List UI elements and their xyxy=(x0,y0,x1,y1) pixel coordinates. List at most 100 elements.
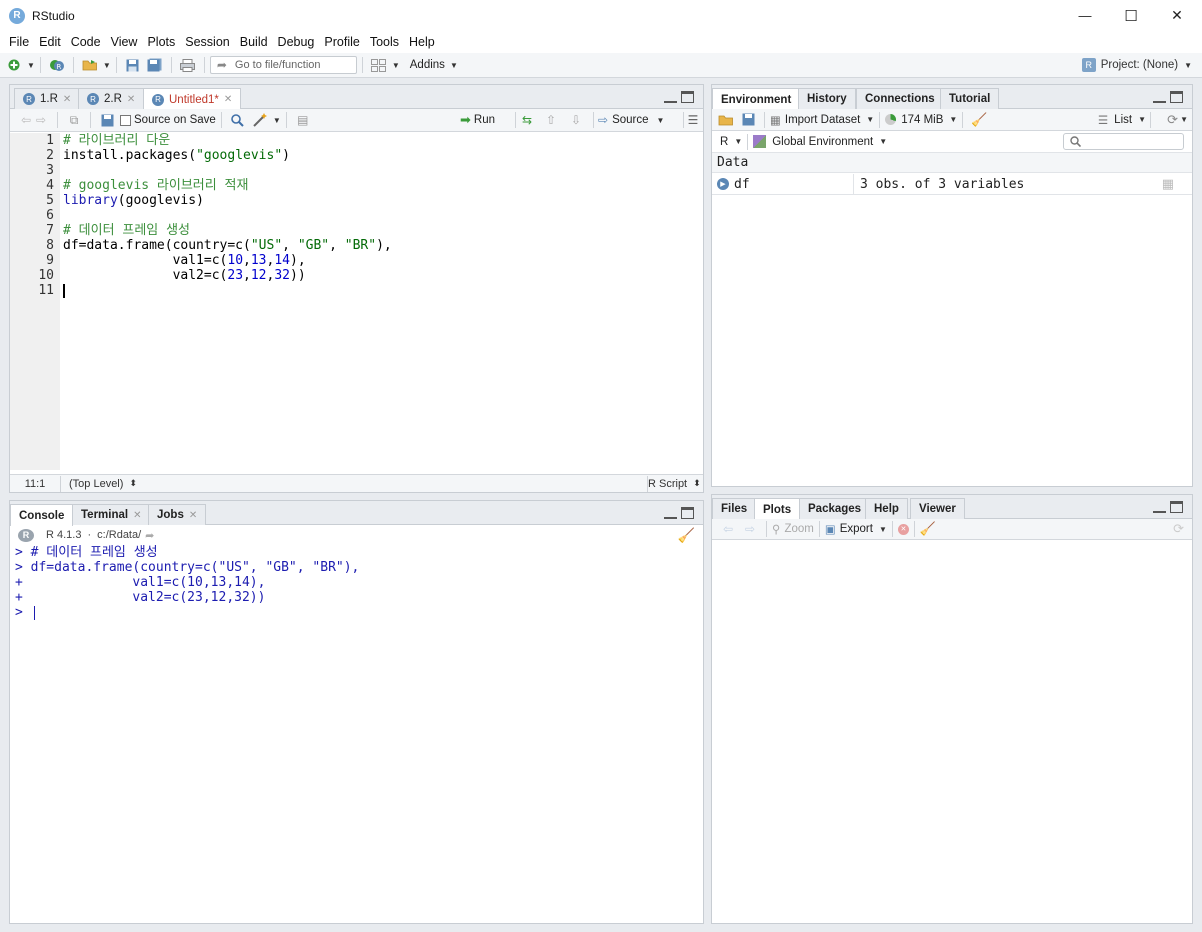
load-workspace-icon[interactable] xyxy=(718,112,734,128)
tab-plots[interactable]: Plots xyxy=(754,498,801,520)
menu-file[interactable]: File xyxy=(4,35,34,49)
tab-environment[interactable]: Environment xyxy=(712,88,801,110)
chevron-down-icon[interactable]: ▼ xyxy=(103,61,111,70)
tab-files[interactable]: Files xyxy=(712,498,757,519)
go-to-directory-icon[interactable]: ➦ xyxy=(145,529,154,542)
chevron-down-icon[interactable]: ▼ xyxy=(450,61,458,70)
minimize-pane-icon[interactable] xyxy=(664,95,677,103)
minimize-pane-icon[interactable] xyxy=(664,511,677,519)
tab-viewer[interactable]: Viewer xyxy=(910,498,965,519)
tab-history[interactable]: History xyxy=(798,88,856,109)
previous-plot-icon[interactable]: ⇦ xyxy=(720,521,736,537)
close-icon[interactable]: ✕ xyxy=(189,510,197,521)
save-all-icon[interactable] xyxy=(147,57,163,73)
chevron-down-icon[interactable]: ▼ xyxy=(392,61,400,70)
clear-console-broom-icon[interactable]: 🧹 xyxy=(678,527,695,544)
save-icon[interactable] xyxy=(99,112,115,128)
export-button[interactable]: ▣ Export ▼ xyxy=(825,522,887,536)
minimize-button[interactable]: — xyxy=(1062,0,1108,31)
zoom-button[interactable]: ⚲ Zoom xyxy=(772,522,814,536)
project-menu[interactable]: R Project: (None) ▼ xyxy=(1081,58,1192,72)
tab-connections[interactable]: Connections xyxy=(856,88,944,109)
scope-selector[interactable]: Global Environment ▼ xyxy=(753,135,887,148)
go-down-icon[interactable]: ⇩ xyxy=(568,112,584,128)
open-folder-icon[interactable] xyxy=(82,57,98,73)
tab-label: Viewer xyxy=(919,503,956,515)
maximize-pane-icon[interactable] xyxy=(681,507,694,519)
tab-jobs[interactable]: Jobs ✕ xyxy=(148,504,207,525)
menu-build[interactable]: Build xyxy=(235,35,273,49)
menu-view[interactable]: View xyxy=(106,35,143,49)
tab-tutorial[interactable]: Tutorial xyxy=(940,88,1000,109)
console-output[interactable]: > # 데이터 프레임 생성 > df=data.frame(country=c… xyxy=(10,545,703,923)
close-icon[interactable]: ✕ xyxy=(133,510,141,521)
menu-plots[interactable]: Plots xyxy=(142,35,180,49)
save-workspace-icon[interactable] xyxy=(740,112,756,128)
menu-tools[interactable]: Tools xyxy=(365,35,404,49)
refresh-icon[interactable]: ⟳ xyxy=(1167,112,1178,128)
maximize-button[interactable]: ☐ xyxy=(1108,0,1154,31)
file-type-label: R Script xyxy=(648,477,688,490)
new-file-icon[interactable] xyxy=(6,57,22,73)
view-mode-button[interactable]: ☰ List ▼ xyxy=(1098,113,1146,127)
scope-selector[interactable]: (Top Level) ⬍ xyxy=(65,478,137,490)
tab-terminal[interactable]: Terminal ✕ xyxy=(72,504,151,525)
file-type-selector[interactable]: R Script ⬍ xyxy=(648,478,701,490)
grid-layout-icon[interactable] xyxy=(371,57,387,73)
forward-arrow-icon[interactable]: ⇨ xyxy=(33,112,49,128)
tab-1r[interactable]: R 1.R ✕ xyxy=(14,88,81,109)
clear-plots-broom-icon[interactable]: 🧹 xyxy=(920,521,936,537)
close-icon[interactable]: ✕ xyxy=(224,94,232,105)
back-arrow-icon[interactable]: ⇦ xyxy=(18,112,34,128)
import-dataset-button[interactable]: ▦ Import Dataset ▼ xyxy=(770,113,874,127)
next-plot-icon[interactable]: ⇨ xyxy=(742,521,758,537)
run-button[interactable]: ➡ Run xyxy=(460,112,495,128)
source-on-save-checkbox[interactable] xyxy=(120,114,131,126)
memory-usage-button[interactable]: 174 MiB ▼ xyxy=(885,114,957,126)
view-data-table-icon[interactable]: ▦ xyxy=(1162,176,1174,192)
code-editor[interactable]: # 라이브러리 다운 install.packages("googlevis")… xyxy=(60,133,703,470)
clear-workspace-broom-icon[interactable]: 🧹 xyxy=(971,112,987,128)
environment-row-df[interactable]: ▶ df 3 obs. of 3 variables ▦ xyxy=(712,173,1192,195)
chevron-down-icon[interactable]: ▼ xyxy=(1180,115,1188,124)
maximize-pane-icon[interactable] xyxy=(1170,91,1183,103)
save-icon[interactable] xyxy=(125,57,141,73)
minimize-pane-icon[interactable] xyxy=(1153,95,1166,103)
tab-help[interactable]: Help xyxy=(865,498,908,519)
compile-report-icon[interactable]: ▤ xyxy=(295,112,311,128)
search-icon[interactable] xyxy=(230,112,246,128)
print-icon[interactable] xyxy=(180,57,196,73)
tab-2r[interactable]: R 2.R ✕ xyxy=(78,88,145,109)
menu-code[interactable]: Code xyxy=(66,35,106,49)
document-outline-icon[interactable]: ☰ xyxy=(685,112,701,128)
refresh-icon[interactable]: ⟳ xyxy=(1173,521,1184,537)
go-up-icon[interactable]: ⇧ xyxy=(543,112,559,128)
source-button[interactable]: ⇨ Source ▼ xyxy=(598,113,664,127)
new-project-icon[interactable]: R xyxy=(49,57,65,73)
close-icon[interactable]: ✕ xyxy=(63,94,71,105)
menu-session[interactable]: Session xyxy=(180,35,234,49)
menu-edit[interactable]: Edit xyxy=(34,35,66,49)
tab-console[interactable]: Console xyxy=(10,504,74,526)
goto-file-input[interactable]: ➦ Go to file/function xyxy=(209,56,357,74)
maximize-pane-icon[interactable] xyxy=(681,91,694,103)
tab-untitled1[interactable]: R Untitled1* ✕ xyxy=(143,88,242,110)
menu-profile[interactable]: Profile xyxy=(319,35,364,49)
code-tools-wand-icon[interactable] xyxy=(252,112,268,128)
addins-menu[interactable]: Addins xyxy=(410,59,445,71)
maximize-pane-icon[interactable] xyxy=(1170,501,1183,513)
show-in-window-icon[interactable]: ⧉ xyxy=(66,112,82,128)
menu-debug[interactable]: Debug xyxy=(273,35,320,49)
close-button[interactable]: ✕ xyxy=(1154,0,1200,31)
tab-packages[interactable]: Packages xyxy=(799,498,871,519)
environment-search-input[interactable] xyxy=(1063,133,1184,150)
rerun-icon[interactable]: ⇆ xyxy=(519,112,535,128)
chevron-down-icon[interactable]: ▼ xyxy=(273,116,281,125)
language-selector[interactable]: R ▼ xyxy=(720,136,742,148)
close-icon[interactable]: ✕ xyxy=(127,94,135,105)
menu-help[interactable]: Help xyxy=(404,35,440,49)
minimize-pane-icon[interactable] xyxy=(1153,505,1166,513)
remove-plot-icon[interactable]: ✕ xyxy=(897,523,909,535)
chevron-down-icon[interactable]: ▼ xyxy=(27,61,35,70)
expand-arrow-icon[interactable]: ▶ xyxy=(717,178,729,190)
